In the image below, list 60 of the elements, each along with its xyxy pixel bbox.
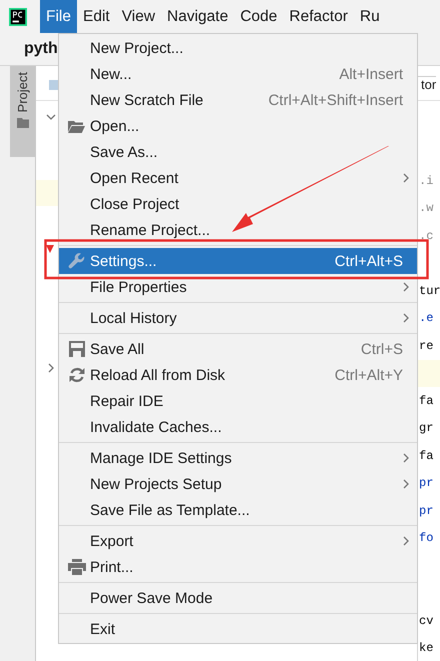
menu-bar-item[interactable]: Navigate	[161, 0, 234, 33]
menu-item[interactable]: Reload All from Disk Ctrl+Alt+Y	[59, 362, 417, 388]
menu-bar-item[interactable]: Ru	[354, 0, 386, 33]
menu-item[interactable]: Save All Ctrl+S	[59, 336, 417, 362]
menu-bar-item[interactable]: Code	[234, 0, 284, 33]
code-text: tur	[419, 284, 440, 298]
app-logo-icon	[9, 8, 27, 26]
shortcut-label: Ctrl+Alt+Shift+Insert	[268, 92, 403, 108]
menu-bar-item[interactable]: View	[116, 0, 162, 33]
code-text: .i	[419, 174, 434, 188]
wrench-icon	[68, 252, 85, 270]
code-text: .e	[419, 311, 434, 326]
menu-item[interactable]: Local History	[59, 305, 417, 331]
code-text: fa	[419, 448, 434, 463]
reload-icon	[68, 367, 84, 383]
menu-item[interactable]: Open Recent	[59, 165, 417, 191]
menu-item[interactable]: Print...	[59, 554, 417, 580]
menu-item[interactable]: Settings... Ctrl+Alt+S	[59, 248, 417, 274]
code-text: gr	[419, 421, 434, 436]
code-text: ke	[419, 641, 434, 656]
chevron-right-icon[interactable]	[48, 363, 54, 373]
menu-item[interactable]: New Project...	[59, 35, 417, 61]
folder-icon	[16, 118, 28, 128]
project-title: pyth	[24, 40, 58, 58]
menu-item[interactable]: Exit	[59, 616, 417, 642]
code-text: .c	[419, 228, 434, 243]
code-text: fo	[419, 531, 434, 546]
menu-item[interactable]: Save File as Template...	[59, 497, 417, 523]
shortcut-label: Alt+Insert	[339, 66, 403, 82]
folder-icon	[68, 120, 85, 132]
chevron-down-icon[interactable]	[46, 114, 56, 120]
shortcut-label: Ctrl+Alt+S	[334, 252, 403, 270]
code-text: pr	[419, 476, 434, 490]
menu-item[interactable]: New Scratch File Ctrl+Alt+Shift+Insert	[59, 87, 417, 113]
menu-item[interactable]: New Projects Setup	[59, 471, 417, 497]
shortcut-label: Ctrl+Alt+Y	[334, 366, 403, 384]
code-text: .w	[419, 201, 434, 216]
menu-bar-item[interactable]: Refactor	[283, 0, 354, 33]
menu-item[interactable]: Open...	[59, 113, 417, 139]
menu-item[interactable]: Invalidate Caches...	[59, 414, 417, 440]
shortcut-label: Ctrl+S	[360, 340, 403, 358]
code-text: cv	[419, 614, 434, 628]
menu-item[interactable]: Close Project	[59, 191, 417, 217]
view-icon	[49, 80, 58, 90]
code-text: pr	[419, 504, 434, 518]
menu-item[interactable]: Power Save Mode	[59, 585, 417, 611]
menu-bar-item[interactable]: File	[40, 0, 77, 33]
menu-item[interactable]: Save As...	[59, 139, 417, 165]
code-text: fa	[419, 394, 434, 408]
printer-icon	[68, 559, 86, 575]
menu-item[interactable]: Rename Project...	[59, 217, 417, 243]
marker-icon	[46, 245, 54, 253]
project-tool-tab[interactable]: Project	[10, 66, 35, 157]
menu-item[interactable]: Repair IDE	[59, 388, 417, 414]
menu-item[interactable]: Manage IDE Settings	[59, 445, 417, 471]
menu-bar-item[interactable]: Edit	[76, 0, 116, 33]
code-text: re	[419, 338, 434, 353]
menu-item[interactable]: Export	[59, 528, 417, 554]
menu-item[interactable]: File Properties	[59, 274, 417, 300]
menu-item[interactable]: New... Alt+Insert	[59, 61, 417, 87]
